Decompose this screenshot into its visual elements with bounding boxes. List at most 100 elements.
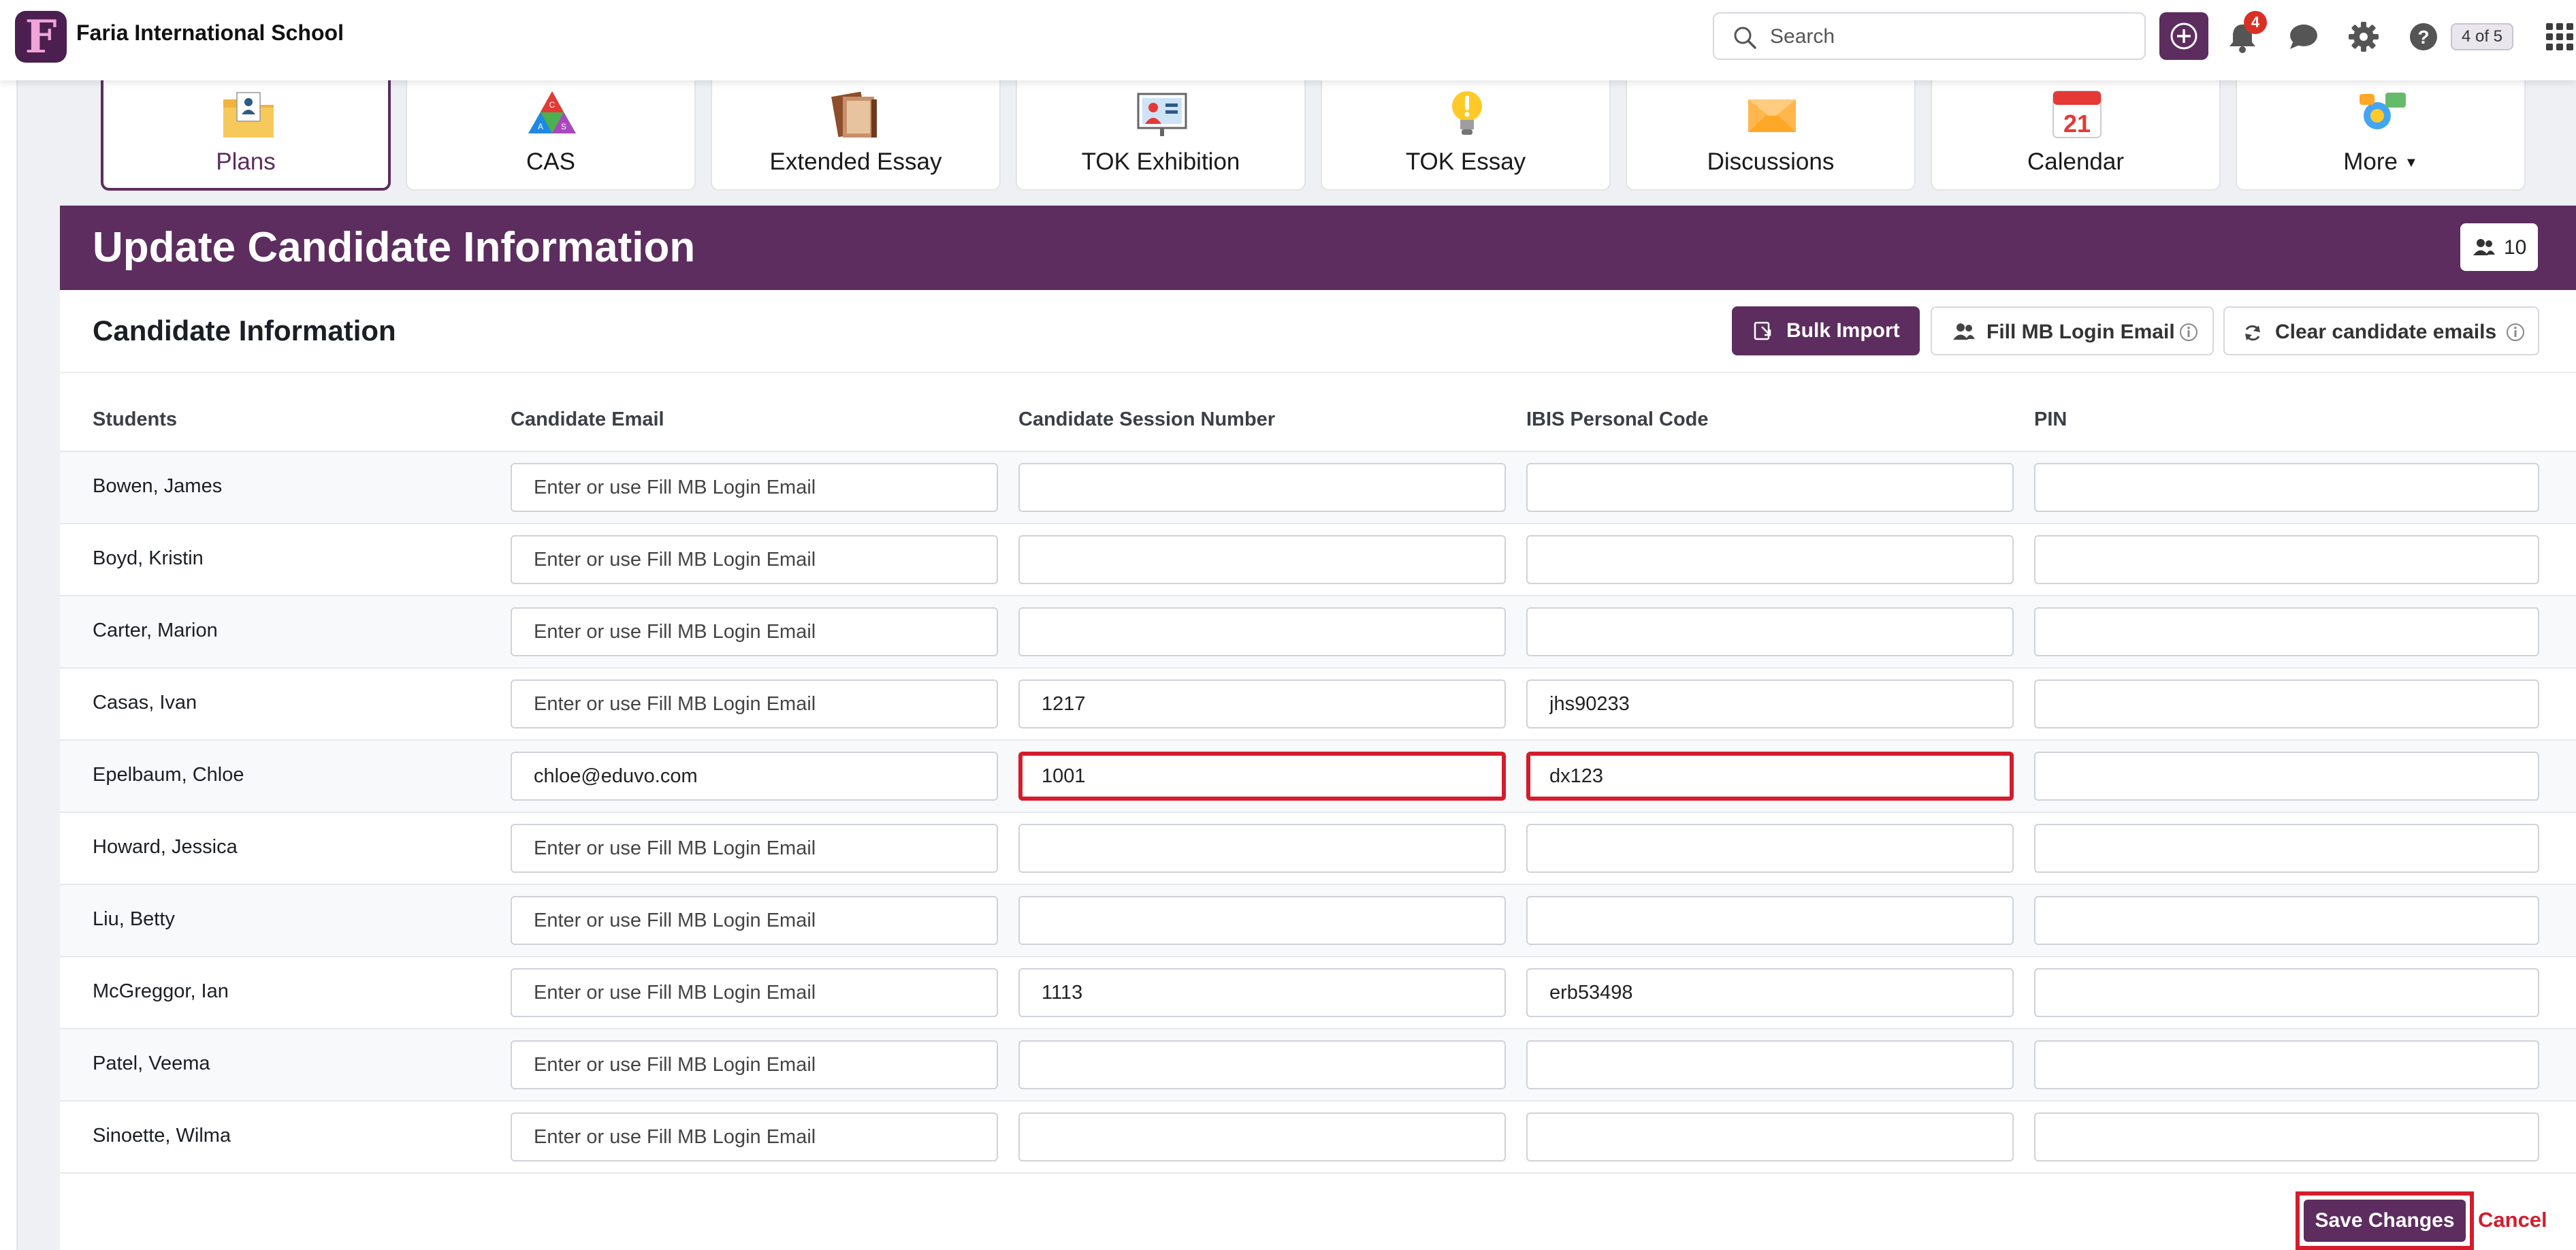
plus-circle-icon — [2170, 22, 2197, 50]
column-header-ibis-code: IBIS Personal Code — [1526, 408, 1709, 430]
pin-input[interactable] — [2034, 463, 2539, 512]
session-number-input[interactable] — [1018, 896, 1506, 945]
student-name: Sinoette, Wilma — [93, 1125, 231, 1147]
calendar-icon: 21 — [2052, 91, 2102, 138]
tok-essay-icon — [1452, 91, 1482, 135]
student-name: Patel, Veema — [93, 1053, 210, 1074]
logo-letter: F — [25, 11, 57, 63]
clear-candidate-emails-button[interactable]: Clear candidate emails — [2223, 306, 2539, 355]
bulk-import-label: Bulk Import — [1786, 319, 1900, 342]
member-count-badge[interactable]: 10 — [2460, 223, 2538, 271]
cas-icon: C A S — [528, 91, 576, 133]
tile-calendar[interactable]: 21 Calendar — [1931, 80, 2221, 191]
column-header-session-number: Candidate Session Number — [1018, 408, 1276, 430]
help-icon[interactable]: ? — [2402, 15, 2445, 59]
ibis-code-input[interactable] — [1526, 752, 2014, 801]
student-name: Bowen, James — [93, 475, 223, 497]
pin-input[interactable] — [2034, 896, 2539, 945]
tile-cas[interactable]: C A S CAS — [406, 80, 696, 191]
ibis-code-input[interactable] — [1526, 607, 2014, 656]
pin-input[interactable] — [2034, 824, 2539, 873]
svg-text:A: A — [538, 122, 543, 131]
plans-icon — [223, 92, 274, 138]
tile-tok-exhibition[interactable]: TOK Exhibition — [1016, 80, 1306, 191]
fill-mb-login-email-button[interactable]: Fill MB Login Email — [1931, 306, 2214, 355]
page-counter[interactable]: 4 of 5 — [2451, 23, 2513, 50]
tile-plans[interactable]: Plans — [101, 80, 391, 191]
session-number-input[interactable] — [1018, 463, 1506, 512]
candidate-email-input[interactable] — [511, 824, 998, 873]
student-name: Boyd, Kristin — [93, 547, 204, 569]
table-row: Casas, Ivan — [60, 669, 2576, 741]
pin-input[interactable] — [2034, 607, 2539, 656]
session-number-input[interactable] — [1018, 1112, 1506, 1161]
cancel-link[interactable]: Cancel — [2478, 1208, 2547, 1232]
tile-label: Plans — [216, 148, 276, 175]
session-number-input[interactable] — [1018, 968, 1506, 1017]
bulk-import-button[interactable]: Bulk Import — [1732, 306, 1920, 355]
session-number-input[interactable] — [1018, 1040, 1506, 1089]
app-logo[interactable]: F — [15, 11, 67, 63]
candidate-email-input[interactable] — [511, 1040, 998, 1089]
search-icon — [1734, 27, 1756, 49]
create-button[interactable] — [2159, 12, 2208, 60]
student-name: Epelbaum, Chloe — [93, 764, 244, 786]
candidate-email-input[interactable] — [511, 752, 998, 801]
caret-down-icon: ▼ — [2404, 155, 2418, 171]
save-changes-button[interactable]: Save Changes — [2304, 1200, 2466, 1242]
candidate-panel: Update Candidate Information 10 Candidat… — [60, 206, 2576, 1250]
discussions-icon — [1748, 99, 1796, 132]
column-header-pin: PIN — [2034, 408, 2067, 430]
session-number-input[interactable] — [1018, 535, 1506, 584]
info-icon[interactable] — [2505, 322, 2526, 342]
tile-more[interactable]: More ▼ — [2236, 80, 2526, 191]
apps-grid-icon[interactable] — [2543, 20, 2576, 53]
session-number-input[interactable] — [1018, 824, 1506, 873]
svg-text:S: S — [561, 122, 566, 131]
table-row: Carter, Marion — [60, 596, 2576, 669]
session-number-input[interactable] — [1018, 679, 1506, 728]
ibis-code-input[interactable] — [1526, 679, 2014, 728]
pin-input[interactable] — [2034, 679, 2539, 728]
tile-tok-essay[interactable]: TOK Essay — [1321, 80, 1611, 191]
pin-input[interactable] — [2034, 1040, 2539, 1089]
school-name[interactable]: Faria International School — [76, 20, 344, 46]
candidate-email-input[interactable] — [511, 463, 998, 512]
candidate-email-input[interactable] — [511, 896, 998, 945]
candidate-email-input[interactable] — [511, 1112, 998, 1161]
search-input[interactable] — [1769, 22, 2125, 52]
tile-discussions[interactable]: Discussions — [1626, 80, 1916, 191]
tok-exhibition-icon — [1137, 93, 1187, 136]
ibis-code-input[interactable] — [1526, 1040, 2014, 1089]
pin-input[interactable] — [2034, 968, 2539, 1017]
users-icon — [2473, 239, 2495, 255]
candidate-email-input[interactable] — [511, 679, 998, 728]
tile-label: Extended Essay — [769, 148, 942, 175]
student-name: McGreggor, Ian — [93, 980, 229, 1002]
ibis-code-input[interactable] — [1526, 968, 2014, 1017]
ibis-code-input[interactable] — [1526, 1112, 2014, 1161]
pin-input[interactable] — [2034, 1112, 2539, 1161]
calendar-day: 21 — [2063, 110, 2091, 138]
more-icon — [2360, 93, 2406, 129]
ibis-code-input[interactable] — [1526, 535, 2014, 584]
info-icon[interactable] — [2178, 322, 2199, 342]
candidate-email-input[interactable] — [511, 607, 998, 656]
tile-extended-essay[interactable]: Extended Essay — [711, 80, 1001, 191]
import-icon — [1754, 321, 1771, 340]
ibis-code-input[interactable] — [1526, 463, 2014, 512]
candidate-email-input[interactable] — [511, 968, 998, 1017]
candidate-email-input[interactable] — [511, 535, 998, 584]
divider — [60, 372, 2576, 373]
gear-icon[interactable] — [2342, 15, 2385, 59]
chat-icon[interactable] — [2282, 15, 2325, 59]
pin-input[interactable] — [2034, 752, 2539, 801]
clear-emails-label: Clear candidate emails — [2275, 321, 2497, 343]
pin-input[interactable] — [2034, 535, 2539, 584]
session-number-input[interactable] — [1018, 752, 1506, 801]
search-box[interactable] — [1713, 12, 2146, 60]
ibis-code-input[interactable] — [1526, 824, 2014, 873]
ibis-code-input[interactable] — [1526, 896, 2014, 945]
column-header-candidate-email: Candidate Email — [511, 408, 664, 430]
session-number-input[interactable] — [1018, 607, 1506, 656]
